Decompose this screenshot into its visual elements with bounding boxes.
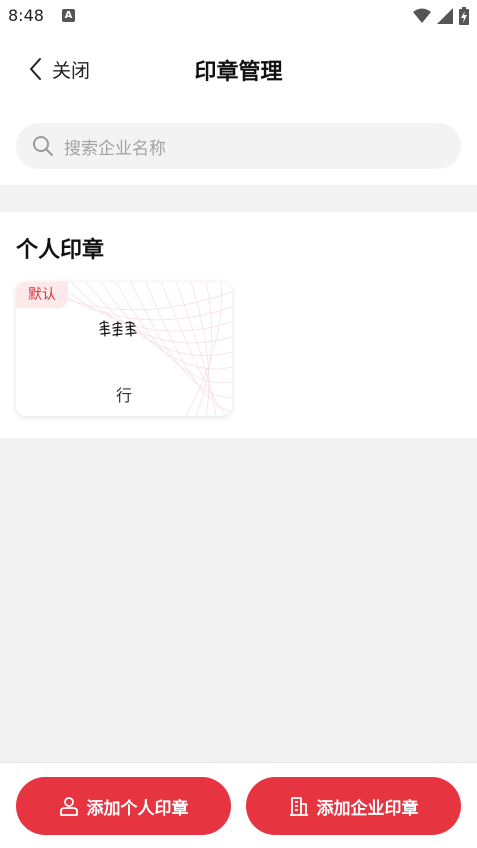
search-placeholder: 搜索企业名称 <box>64 138 166 159</box>
wifi-icon <box>413 8 431 23</box>
add-personal-seal-button[interactable]: 添加个人印章 <box>16 777 231 835</box>
personal-seal-section: 个人印章 默认 行 <box>0 212 477 438</box>
bottom-action-bar: 添加个人印章 添加企业印章 <box>0 762 477 848</box>
nav-bar: 关闭 印章管理 <box>0 32 477 107</box>
person-icon <box>59 797 78 816</box>
status-icons <box>413 7 469 25</box>
add-personal-seal-label: 添加个人印章 <box>86 798 189 819</box>
seal-name: 行 <box>115 386 132 405</box>
add-enterprise-seal-label: 添加企业印章 <box>316 798 419 819</box>
notification-badge-icon: A <box>62 9 75 22</box>
status-bar: 8:48 A <box>0 0 477 32</box>
page-title: 印章管理 <box>194 60 283 85</box>
signature-image <box>99 320 137 337</box>
section-title: 个人印章 <box>16 238 105 263</box>
add-enterprise-seal-button[interactable]: 添加企业印章 <box>246 777 461 835</box>
seal-card[interactable]: 默认 行 <box>16 282 232 416</box>
default-badge: 默认 <box>16 282 68 308</box>
battery-icon <box>459 7 469 25</box>
status-time: 8:48 <box>8 6 44 25</box>
search-area: 搜索企业名称 <box>0 107 477 185</box>
building-icon <box>289 797 308 816</box>
search-icon <box>33 136 53 156</box>
signal-icon <box>437 8 453 24</box>
search-input[interactable]: 搜索企业名称 <box>16 123 461 169</box>
